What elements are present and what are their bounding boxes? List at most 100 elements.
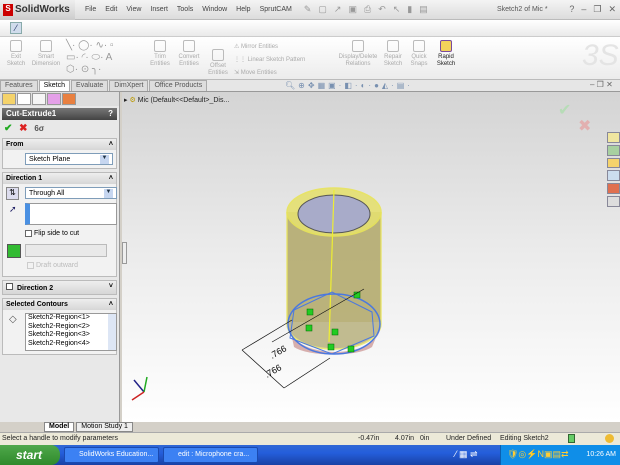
list-scrollbar[interactable] bbox=[108, 314, 116, 350]
viewport-window-buttons[interactable]: – ❐ ✕ bbox=[590, 80, 613, 89]
ok-check-icon[interactable]: ✔ bbox=[4, 123, 12, 134]
list-item[interactable]: Sketch2-Region<3> bbox=[28, 331, 116, 340]
trim-icon bbox=[154, 40, 166, 52]
list-item[interactable]: Sketch2-Region<1> bbox=[28, 314, 116, 323]
dimension-label-2[interactable]: .766 bbox=[263, 362, 283, 379]
ellipse-icon[interactable]: ⬭· bbox=[92, 52, 104, 63]
flip-side-checkbox[interactable]: Flip side to cut bbox=[25, 230, 79, 237]
direction2-header[interactable]: Direction 2 ˅ bbox=[3, 281, 116, 294]
tab-model[interactable]: Model bbox=[44, 422, 75, 432]
display-delete-relations-button[interactable]: Display/Delete Relations bbox=[334, 40, 382, 68]
help-button[interactable]: ? bbox=[569, 4, 574, 15]
line-icon[interactable]: ╲· bbox=[66, 40, 75, 51]
view-toolbar[interactable]: 🔍︎⊕✥▦▣·◧·◐·●◭·▤· bbox=[285, 81, 413, 90]
display-manager-tab[interactable] bbox=[62, 93, 76, 105]
circle-icon[interactable]: ◯· bbox=[78, 40, 93, 51]
linear-pattern-button[interactable]: ⋮⋮ Linear Sketch Pattern bbox=[234, 54, 305, 67]
menu-sprutcam[interactable]: SprutCAM bbox=[260, 6, 292, 13]
text-icon[interactable]: A bbox=[106, 52, 113, 63]
reverse-direction-icon[interactable]: ⇅ bbox=[6, 187, 19, 200]
rapid-sketch-button[interactable]: Rapid Sketch bbox=[434, 40, 458, 68]
tab-sketch[interactable]: Sketch bbox=[38, 80, 71, 91]
tab-features[interactable]: Features bbox=[0, 80, 38, 91]
from-select[interactable]: Sketch Plane ▼ bbox=[25, 153, 113, 165]
open-icon[interactable]: ↗ bbox=[334, 4, 342, 15]
polygon-icon[interactable]: ⬡· bbox=[66, 64, 78, 75]
relations-icon bbox=[352, 40, 364, 52]
solidworks-logo[interactable]: S SolidWorks bbox=[0, 0, 75, 20]
dimension-label-1[interactable]: .766 bbox=[268, 343, 288, 360]
draft-angle-input[interactable] bbox=[25, 244, 107, 257]
cancel-x-icon[interactable]: ✖ bbox=[19, 123, 27, 134]
feature-manager-tab[interactable] bbox=[2, 93, 16, 105]
quick-tips-icon[interactable] bbox=[605, 434, 614, 443]
collapse-icon[interactable]: ˄ bbox=[109, 141, 113, 148]
taskbar-item-browser[interactable]: edit : Microphone cra... bbox=[163, 447, 258, 463]
menu-tools[interactable]: Tools bbox=[177, 6, 193, 13]
undo-icon[interactable]: ↶ bbox=[378, 4, 386, 15]
quick-access-toolbar: ✎ ▢ ↗ ▣ ⎙ ↶ ↖ ▮ ▤ bbox=[304, 4, 428, 15]
property-manager-tab[interactable] bbox=[17, 93, 31, 105]
tab-office-products[interactable]: Office Products bbox=[149, 80, 208, 91]
dimxpert-manager-tab[interactable] bbox=[47, 93, 61, 105]
save-icon[interactable]: ▣ bbox=[348, 4, 357, 15]
start-button[interactable]: start bbox=[0, 445, 60, 465]
move-entities-button[interactable]: ⇲ Move Entities bbox=[234, 67, 305, 80]
draft-outward-checkbox[interactable]: Draft outward bbox=[27, 262, 78, 269]
offset-entities-button[interactable]: Offset Entities bbox=[206, 49, 230, 77]
taskbar-item-solidworks[interactable]: SolidWorks Education... bbox=[64, 447, 159, 463]
from-heading: From bbox=[6, 141, 24, 148]
menu-insert[interactable]: Insert bbox=[150, 6, 168, 13]
quick-snaps-button[interactable]: Quick Snaps bbox=[408, 40, 430, 68]
model-view[interactable]: .766 .766 bbox=[122, 92, 620, 422]
configuration-manager-tab[interactable] bbox=[32, 93, 46, 105]
contours-list[interactable]: Sketch2-Region<1> Sketch2-Region<2> Sket… bbox=[25, 313, 117, 351]
commandmanager-icon[interactable]: ⁄ bbox=[10, 22, 22, 34]
menu-help[interactable]: Help bbox=[236, 6, 250, 13]
tab-motion-study[interactable]: Motion Study 1 bbox=[76, 422, 133, 432]
mirror-entities-button[interactable]: ⚠ Mirror Entities bbox=[234, 41, 305, 54]
centerpoint-icon[interactable]: ⊙ bbox=[81, 64, 89, 75]
pin-icon[interactable]: ✎ bbox=[304, 4, 312, 15]
options-icon[interactable]: ▤ bbox=[419, 4, 428, 15]
minimize-button[interactable]: – bbox=[581, 4, 586, 15]
spline-icon[interactable]: ∿· bbox=[95, 40, 107, 51]
direction-selection-box[interactable] bbox=[25, 203, 117, 225]
tray-icons[interactable]: 🛡◎⚡N▣▤⇄ bbox=[507, 449, 569, 460]
draft-icon[interactable] bbox=[7, 244, 21, 258]
rectangle-icon[interactable]: ▭· bbox=[66, 52, 79, 63]
close-button[interactable]: ✕ bbox=[608, 4, 616, 15]
list-item[interactable]: Sketch2-Region<2> bbox=[28, 323, 116, 332]
quick-launch-icons[interactable]: ⁄ ▦ ⇌ bbox=[455, 449, 478, 460]
menu-view[interactable]: View bbox=[126, 6, 141, 13]
menu-file[interactable]: File bbox=[85, 6, 96, 13]
graphics-area[interactable]: ▸ ⚙ Mic (Default<<Default>_Dis... ✔ ✖ .7… bbox=[122, 92, 620, 422]
chevron-down-icon: ▼ bbox=[100, 154, 109, 164]
rebuild-status-icon[interactable] bbox=[568, 434, 575, 443]
collapse-icon[interactable]: ˄ bbox=[109, 301, 113, 308]
restore-button[interactable]: ❐ bbox=[593, 4, 601, 15]
collapse-icon[interactable]: ˄ bbox=[109, 175, 113, 182]
list-item[interactable]: Sketch2-Region<4> bbox=[28, 340, 116, 349]
new-icon[interactable]: ▢ bbox=[318, 4, 327, 15]
direction2-checkbox[interactable] bbox=[6, 283, 13, 290]
menu-window[interactable]: Window bbox=[202, 6, 227, 13]
fillet-icon[interactable]: ╮· bbox=[92, 64, 101, 75]
smart-dimension-button[interactable]: Smart Dimension bbox=[30, 40, 62, 68]
select-icon[interactable]: ↖ bbox=[393, 4, 401, 15]
point-icon[interactable]: ▫ bbox=[110, 40, 114, 51]
menu-edit[interactable]: Edit bbox=[105, 6, 117, 13]
repair-sketch-button[interactable]: Repair Sketch bbox=[382, 40, 404, 68]
end-condition-select[interactable]: Through All ▼ bbox=[25, 187, 117, 199]
ds-watermark-logo: 3S bbox=[582, 39, 619, 72]
tab-evaluate[interactable]: Evaluate bbox=[71, 80, 109, 91]
rebuild-icon[interactable]: ▮ bbox=[407, 4, 412, 15]
tab-dimxpert[interactable]: DimXpert bbox=[109, 80, 149, 91]
print-icon[interactable]: ⎙ bbox=[364, 4, 371, 15]
trim-entities-button[interactable]: Trim Entities bbox=[148, 40, 172, 68]
convert-entities-button[interactable]: Convert Entities bbox=[174, 40, 204, 68]
direction2-group: Direction 2 ˅ bbox=[2, 280, 117, 295]
exit-sketch-button[interactable]: Exit Sketch bbox=[4, 40, 28, 68]
arc-icon[interactable]: ◜· bbox=[82, 52, 89, 63]
detailed-preview-icon[interactable]: 6σ bbox=[34, 124, 44, 133]
